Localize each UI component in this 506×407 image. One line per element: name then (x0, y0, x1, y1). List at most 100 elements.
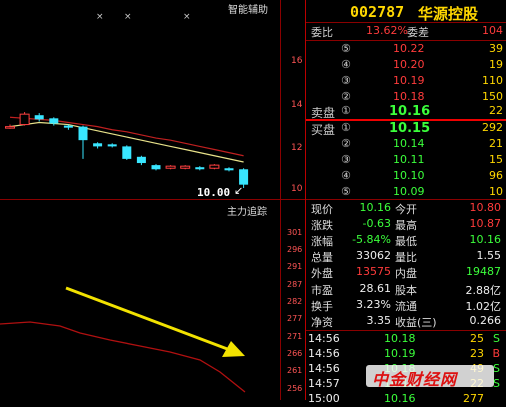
candle (93, 142, 103, 149)
stat-label: 市盈 (311, 283, 333, 297)
stat-label: 净资 (311, 315, 333, 329)
sell-price: 10.19 (393, 74, 425, 87)
stat-value: 1.55 (476, 249, 502, 263)
stat-label: 收益(三) (395, 315, 437, 329)
stat-label: 外盘 (311, 267, 333, 281)
candle (195, 166, 205, 171)
sell-index: ⑤ (341, 42, 351, 55)
stat-label: 换手 (311, 299, 333, 313)
buy-price: 10.14 (393, 137, 425, 150)
kline-panel[interactable]: 智能辅助 × × × 16 14 12 10 10.00 ↙ (0, 0, 305, 200)
buy-index: ④ (341, 169, 351, 182)
stat-value: -0.63 (362, 217, 391, 231)
indicator-axis-label: 266 (287, 349, 303, 358)
watermark-logo: 中金财经网 (366, 365, 494, 389)
buy-price: 10.11 (393, 153, 425, 166)
indicator-axis-label: 282 (287, 297, 303, 306)
indicator-svg (0, 286, 246, 393)
candle (49, 117, 59, 126)
stat-value: 0.266 (469, 313, 502, 327)
tick-price: 10.18 (384, 332, 416, 345)
indicator-axis-label: 287 (287, 280, 303, 289)
stat-value: 13575 (356, 265, 391, 279)
kline-svg (5, 112, 249, 188)
candle (180, 165, 191, 170)
candle (5, 124, 15, 129)
stat-label: 流通 (395, 299, 417, 313)
candle (136, 155, 146, 166)
buy-volume: 21 (489, 137, 503, 150)
stat-row: 总量 33062 量比 1.55 (311, 249, 503, 265)
candle (107, 143, 117, 148)
tick-row: 14:56 10.19 23 B (308, 347, 504, 362)
buy-volume: 292 (482, 121, 503, 134)
candle (165, 165, 176, 170)
weibi-value: 13.62% (366, 24, 408, 37)
quote-header: 002787 华源控股 (306, 0, 506, 23)
tick-flag: S (493, 332, 500, 345)
stat-row: 净资 3.35 收益(三) 0.266 (311, 314, 503, 330)
stat-value: 10.16 (359, 201, 392, 214)
indicator-axis-label: 296 (287, 245, 303, 254)
buy-price: 10.15 (389, 121, 431, 136)
kline-axis-label: 16 (291, 56, 303, 66)
tick-time: 14:56 (308, 362, 340, 375)
stat-label: 现价 (311, 203, 333, 216)
stat-label: 总量 (311, 251, 333, 265)
kline-axis-label: 12 (291, 143, 303, 153)
indicator-panel[interactable]: 主力追踪 301 296 291 287 282 277 271 266 261… (0, 200, 305, 400)
tick-flag: B (492, 347, 500, 360)
candle (78, 125, 88, 159)
candle (34, 113, 44, 122)
buy-index: ① (341, 121, 351, 134)
stat-label: 量比 (395, 251, 417, 265)
stat-row: 涨跌 -0.63 最高 10.87 (311, 217, 503, 233)
kline-axis-label: 14 (291, 100, 303, 110)
sell-price: 10.16 (389, 104, 431, 119)
stat-row: 市盈 28.61 股本 2.88亿 (311, 282, 503, 298)
sell-volume: 39 (489, 42, 503, 55)
tick-price: 10.16 (384, 392, 416, 405)
stat-value: 10.16 (469, 233, 502, 247)
stat-label: 涨幅 (311, 235, 333, 249)
sell-index: ③ (341, 74, 351, 87)
stock-name: 华源控股 (418, 5, 479, 23)
buy-price: 10.09 (393, 185, 425, 198)
stat-row: 外盘 13575 内盘 19487 (311, 265, 503, 281)
sell-volume: 22 (489, 104, 503, 117)
sell-index: ② (341, 90, 351, 103)
stat-label: 最高 (395, 219, 417, 233)
stat-label: 股本 (395, 283, 417, 297)
stat-value: 3.23% (356, 297, 391, 311)
indicator-axis-label: 277 (287, 314, 303, 323)
stat-row: 现价 10.16 今开 10.80 (311, 201, 503, 217)
buy-index: ③ (341, 153, 351, 166)
tick-volume: 23 (470, 347, 484, 360)
stock-code: 002787 (350, 3, 405, 21)
sell-volume: 110 (482, 74, 503, 87)
stat-row: 涨幅 -5.84% 最低 10.16 (311, 233, 503, 249)
tick-flag: S (493, 377, 500, 390)
stat-value: 1.02亿 (465, 299, 502, 313)
stat-label: 今开 (395, 203, 417, 216)
indicator-axis-label: 256 (287, 384, 303, 393)
buy-volume: 10 (489, 185, 503, 198)
buy-volume: 96 (489, 169, 503, 182)
stat-value: 2.88亿 (465, 283, 502, 297)
kline-price-label: 10.00 (197, 186, 231, 199)
stat-value: 10.87 (469, 217, 502, 231)
stat-value: 3.35 (366, 313, 392, 327)
weicha-label: 委差 (407, 26, 429, 39)
kline-price-arrow: ↙ (234, 184, 244, 197)
indicator-axis-label: 261 (287, 366, 303, 375)
tick-row: 14:56 10.18 25 S (308, 332, 504, 347)
buy-index: ⑤ (341, 185, 351, 198)
stat-value: 33062 (356, 249, 391, 263)
tick-flag: S (493, 362, 500, 375)
sell-volume: 19 (489, 58, 503, 71)
indicator-axis-label: 301 (287, 228, 303, 237)
sell-price: 10.20 (393, 58, 425, 71)
stat-value: 28.61 (359, 281, 392, 295)
sell-index: ① (341, 104, 351, 117)
candle (19, 112, 30, 126)
